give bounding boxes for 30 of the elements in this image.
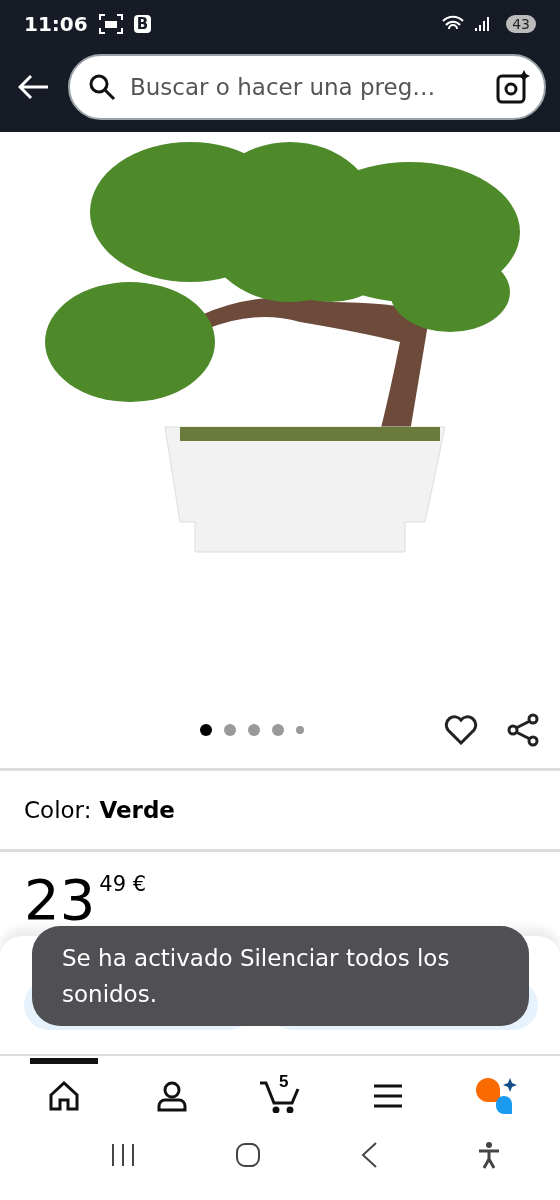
cart-count: 5: [279, 1072, 289, 1092]
battery-level: 43: [506, 15, 536, 33]
price-fraction: 49 €: [99, 872, 147, 896]
signal-icon: [474, 16, 491, 32]
search-icon: [88, 73, 116, 101]
home-button-icon[interactable]: [234, 1142, 261, 1168]
carousel-dot[interactable]: [224, 724, 236, 736]
camera-icon[interactable]: [496, 70, 530, 104]
color-value: Verde: [99, 797, 175, 823]
price-whole: 23: [24, 872, 96, 928]
assistant-icon: [474, 1076, 518, 1116]
search-field[interactable]: Buscar o hacer una preg…: [68, 54, 546, 120]
back-arrow-icon[interactable]: [18, 74, 50, 100]
home-icon: [47, 1079, 81, 1113]
color-label: Color:: [24, 797, 92, 823]
notification-badge: B: [133, 15, 152, 33]
carousel-dot[interactable]: [272, 724, 284, 736]
back-icon[interactable]: [359, 1142, 378, 1168]
heart-icon[interactable]: [444, 715, 478, 745]
carousel-dot[interactable]: [200, 724, 212, 736]
status-time: 11:06: [24, 12, 88, 36]
accessibility-icon[interactable]: [476, 1141, 501, 1169]
carousel-dot[interactable]: [296, 726, 304, 734]
carousel-dot[interactable]: [248, 724, 260, 736]
recent-apps-icon[interactable]: [109, 1143, 136, 1167]
mute-toast: Se ha activado Silenciar todos los sonidos.: [32, 926, 529, 1026]
share-icon[interactable]: [506, 713, 540, 747]
screenshot-icon: [97, 13, 124, 35]
nav-tab[interactable]: 5: [246, 1058, 314, 1128]
person-icon: [155, 1079, 189, 1113]
